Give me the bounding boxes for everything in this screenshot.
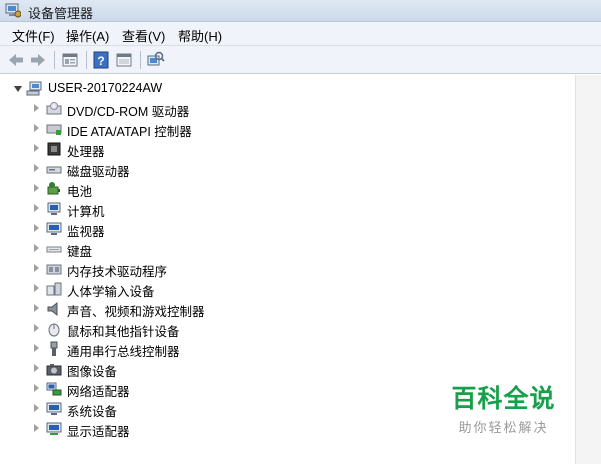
expand-arrow-icon[interactable] (34, 124, 39, 132)
tree-category-label: 处理器 (67, 145, 105, 159)
expand-arrow-icon[interactable] (34, 164, 39, 172)
toolbar-separator (54, 51, 55, 69)
title-bar: 设备管理器 (0, 0, 601, 22)
battery-icon (47, 182, 60, 195)
menu-view[interactable]: 查看(V) (122, 26, 165, 45)
tree-category-label: 键盘 (67, 245, 93, 259)
tree-category-label: 系统设备 (67, 405, 118, 419)
expand-arrow-icon[interactable] (34, 104, 39, 112)
network-adapter-icon (46, 382, 62, 396)
back-arrow-icon[interactable] (6, 50, 26, 70)
ide-controller-icon (46, 124, 62, 135)
toolbar: ? (0, 46, 601, 74)
tree-category-label: 监视器 (67, 225, 105, 239)
watermark-logo: 百科全说 助你轻松解决 (446, 379, 561, 436)
expand-arrow-icon[interactable] (34, 264, 39, 272)
tree-category-label: 图像设备 (67, 365, 118, 379)
tree-category-label: 磁盘驱动器 (67, 165, 130, 179)
computer-root-icon (26, 81, 42, 96)
expand-arrow-icon[interactable] (34, 364, 39, 372)
expand-arrow-icon[interactable] (34, 384, 39, 392)
expand-arrow-icon[interactable] (34, 404, 39, 412)
disk-drive-icon (46, 166, 62, 174)
display-adapter-icon (46, 422, 62, 435)
svg-text:?: ? (97, 54, 104, 68)
processor-icon (47, 142, 61, 156)
monitor-icon (46, 222, 62, 235)
window-title: 设备管理器 (28, 6, 94, 21)
scan-hardware-icon[interactable] (145, 50, 165, 70)
expand-arrow-icon[interactable] (34, 344, 39, 352)
menu-bar: 文件(F) 操作(A) 查看(V) 帮助(H) (0, 22, 601, 46)
menu-action[interactable]: 操作(A) (66, 26, 109, 45)
computer-name: USER-20170224AW (48, 81, 163, 95)
mouse-icon (48, 323, 60, 337)
forward-arrow-icon[interactable] (28, 50, 48, 70)
computer-icon (47, 202, 61, 215)
help-icon[interactable]: ? (91, 50, 111, 70)
keyboard-icon (46, 246, 62, 253)
expand-arrow-icon[interactable] (34, 204, 39, 212)
tree-category-label: DVD/CD-ROM 驱动器 (67, 105, 190, 119)
camera-icon (46, 364, 62, 376)
system-device-icon (46, 402, 62, 415)
tree-category-label: 人体学输入设备 (67, 285, 155, 299)
watermark-title: 百科全说 (451, 385, 556, 413)
expand-arrow-icon[interactable] (34, 324, 39, 332)
toolbar-separator (140, 51, 141, 69)
expand-arrow-icon[interactable] (34, 304, 39, 312)
toolbar-separator (86, 51, 87, 69)
show-hidden-icon[interactable] (114, 50, 134, 70)
hid-icon (46, 282, 62, 296)
tree-category-label: 电池 (67, 185, 93, 199)
menu-file[interactable]: 文件(F) (12, 26, 55, 45)
menu-help[interactable]: 帮助(H) (178, 26, 222, 45)
memory-tech-icon (46, 264, 62, 275)
device-manager-icon (5, 3, 21, 18)
tree-category-label: 网络适配器 (67, 385, 130, 399)
scrollbar[interactable] (575, 75, 601, 464)
expand-arrow-icon[interactable] (34, 224, 39, 232)
tree-category-label: 显示适配器 (67, 425, 130, 439)
expand-arrow-icon[interactable] (34, 244, 39, 252)
usb-icon (50, 341, 58, 356)
dvd-drive-icon (46, 102, 62, 115)
tree-category-label: 声音、视频和游戏控制器 (67, 305, 205, 319)
expand-arrow-icon[interactable] (34, 284, 39, 292)
expand-arrow-icon[interactable] (34, 144, 39, 152)
collapse-arrow-icon[interactable] (14, 86, 22, 92)
tree-category-label: 计算机 (67, 205, 105, 219)
expand-arrow-icon[interactable] (34, 424, 39, 432)
speaker-icon (47, 301, 58, 317)
tree-category-label: 内存技术驱动程序 (67, 265, 168, 279)
properties-icon[interactable] (60, 50, 80, 70)
watermark-subtitle: 助你轻松解决 (458, 420, 549, 435)
tree-category-label: 通用串行总线控制器 (67, 345, 180, 359)
tree-category-label: 鼠标和其他指针设备 (67, 325, 180, 339)
tree-category-label: IDE ATA/ATAPI 控制器 (67, 125, 192, 139)
expand-arrow-icon[interactable] (34, 184, 39, 192)
